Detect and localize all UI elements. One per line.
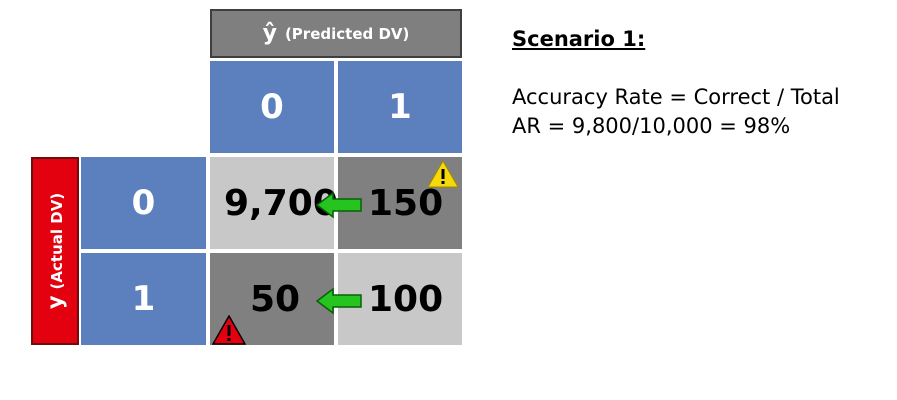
actual-dv-header: y (Actual DV) — [31, 157, 79, 345]
y-symbol: y — [43, 295, 67, 310]
warning-triangle-icon — [427, 160, 459, 188]
predicted-dv-header: ŷ (Predicted DV) — [210, 9, 462, 58]
predicted-label-1: 1 — [338, 61, 462, 153]
actual-dv-rotated-label: y (Actual DV) — [43, 193, 67, 309]
predicted-label-0: 0 — [210, 61, 334, 153]
actual-label-1: 1 — [81, 253, 206, 345]
accuracy-formula: Accuracy Rate = Correct / Total — [512, 85, 840, 109]
cell-value: 50 — [250, 278, 301, 320]
cell-value: 100 — [368, 278, 444, 320]
left-arrow-icon — [316, 287, 362, 315]
actual-label-0: 0 — [81, 157, 206, 249]
cell-value: 150 — [368, 182, 444, 224]
scenario-title: Scenario 1: — [512, 27, 646, 51]
actual-dv-label: (Actual DV) — [48, 192, 66, 290]
accuracy-calculation: AR = 9,800/10,000 = 98% — [512, 114, 791, 138]
left-arrow-icon — [316, 191, 362, 219]
predicted-dv-label: (Predicted DV) — [284, 24, 410, 43]
y-hat-symbol: ŷ — [262, 21, 277, 46]
danger-triangle-icon — [212, 315, 246, 345]
